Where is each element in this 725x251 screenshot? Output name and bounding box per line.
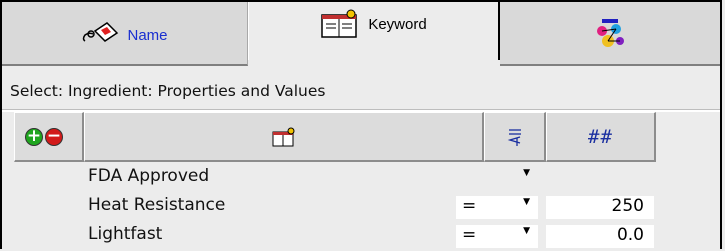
value-column-header[interactable]: ##: [546, 112, 656, 162]
dropdown-arrow-icon[interactable]: ▼: [523, 168, 530, 178]
property-column-header[interactable]: [84, 112, 484, 162]
tab-keyword[interactable]: Keyword: [248, 2, 500, 60]
name-tag-icon: [81, 19, 119, 47]
tab-name-label: Name: [127, 26, 168, 44]
tab-name[interactable]: Name: [2, 2, 248, 66]
operator-select[interactable]: = ▼: [456, 225, 538, 248]
table-row[interactable]: Heat Resistance = ▼ 250: [14, 193, 656, 222]
operator-column-header[interactable]: [484, 112, 546, 162]
property-name: Lightfast: [88, 224, 163, 244]
operator-select[interactable]: ▼: [456, 167, 538, 190]
property-name: Heat Resistance: [88, 195, 226, 215]
keyword-book-icon: [320, 9, 360, 39]
add-icon[interactable]: +: [25, 127, 43, 146]
dropdown-arrow-icon[interactable]: ▼: [523, 226, 530, 236]
value-field[interactable]: 0.0: [546, 225, 654, 248]
table-row[interactable]: FDA Approved ▼: [14, 164, 656, 193]
select-label: Select: Ingredient: Properties and Value…: [10, 82, 326, 100]
sort-icon: [507, 127, 523, 147]
value-field[interactable]: 250: [546, 196, 654, 219]
tab-keyword-label: Keyword: [368, 15, 427, 33]
molecule-icon: [592, 17, 628, 49]
table-row[interactable]: Lightfast = ▼ 0.0: [14, 222, 656, 251]
value-header-label: ##: [588, 125, 613, 148]
remove-icon[interactable]: −: [45, 127, 63, 146]
keyword-book-icon: [272, 127, 296, 147]
dropdown-arrow-icon[interactable]: ▼: [523, 197, 530, 207]
operator-select[interactable]: = ▼: [456, 196, 538, 219]
add-remove-header: + −: [14, 112, 84, 162]
tab-bar: Name Keyword: [2, 2, 720, 66]
operator-value: =: [462, 225, 477, 245]
window-frame: Name Keyword Select: Ingredient: Propert…: [0, 0, 722, 249]
property-name: FDA Approved: [88, 166, 210, 186]
operator-value: =: [462, 196, 477, 216]
tab-structure[interactable]: [500, 2, 720, 66]
